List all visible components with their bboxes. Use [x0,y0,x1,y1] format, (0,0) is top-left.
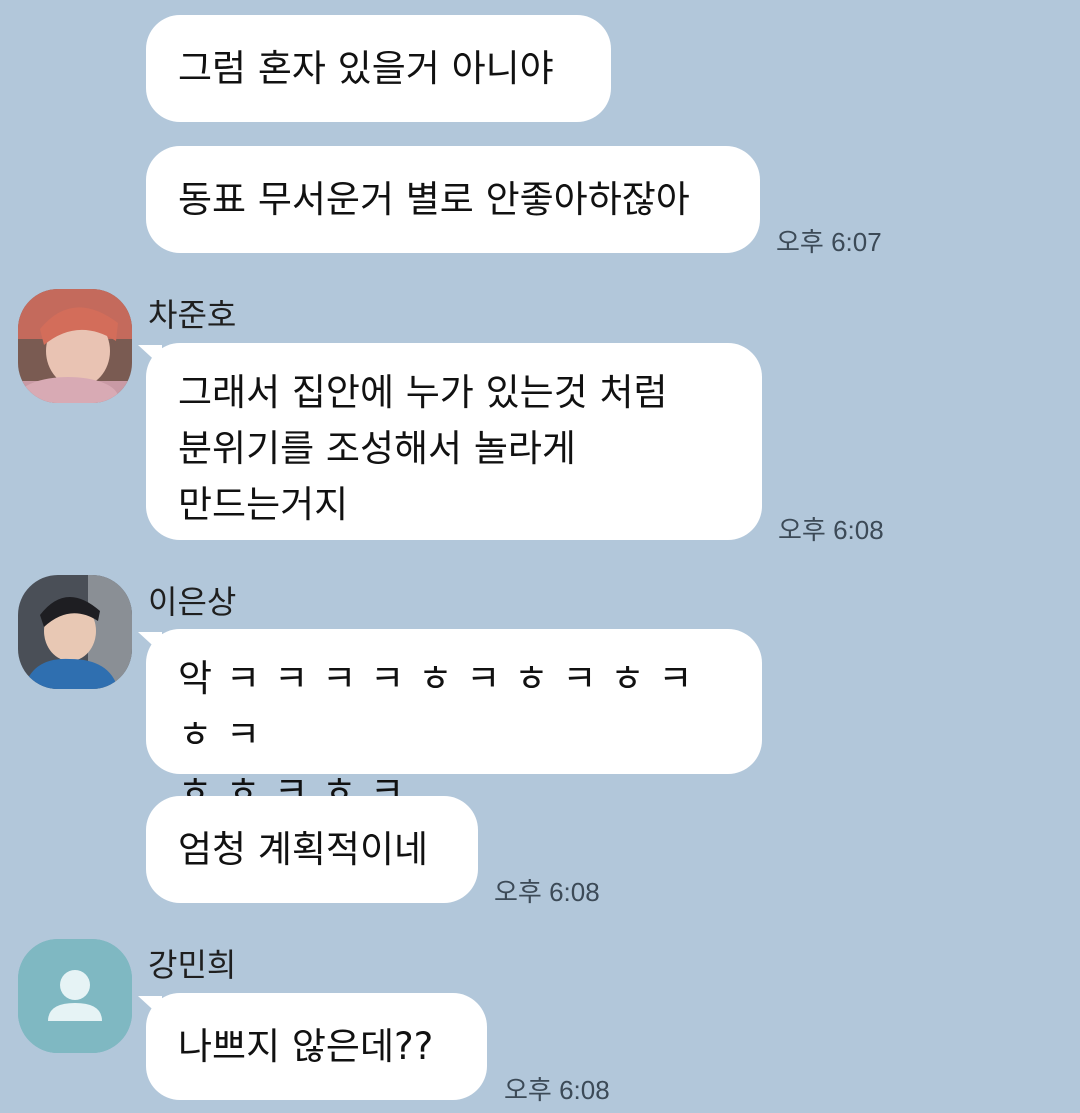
message-bubble[interactable]: 나쁘지 않은데?? [146,993,487,1100]
message-text: 동표 무서운거 별로 안좋아하잖아 [178,177,690,221]
message-timestamp: 오후 6:08 [494,877,600,907]
message-text: 그럼 혼자 있을거 아니야 [178,46,554,90]
message-timestamp: 오후 6:08 [504,1075,610,1105]
profile-avatar[interactable] [18,939,132,1053]
sender-name: 이은상 [148,583,237,621]
message-bubble[interactable]: 엄청 계획적이네 [146,796,478,903]
message-timestamp: 오후 6:08 [778,515,884,545]
message-timestamp: 오후 6:07 [776,227,882,257]
message-bubble[interactable]: 그래서 집안에 누가 있는것 처럼 분위기를 조성해서 놀라게 만드는거지 [146,343,762,540]
profile-photo-icon [18,575,132,689]
profile-avatar[interactable] [18,289,132,403]
profile-avatar[interactable] [18,575,132,689]
message-bubble[interactable]: 악ㅋㅋㅋㅋㅎㅋㅎㅋㅎㅋㅎㅋ ㅎㅎㅋㅎㅋ [146,629,762,812]
message-text: 엄청 계획적이네 [178,827,429,871]
message-bubble[interactable]: 그럼 혼자 있을거 아니야 [146,15,611,122]
message-bubble[interactable]: 동표 무서운거 별로 안좋아하잖아 [146,146,760,253]
profile-photo-icon [18,289,132,403]
message-text: 악ㅋㅋㅋㅋㅎㅋㅎㅋㅎㅋㅎㅋ ㅎㅎㅋㅎㅋ [178,657,707,812]
default-profile-icon [18,939,132,1053]
sender-name: 강민희 [148,946,237,984]
message-text: 나쁘지 않은데?? [178,1024,434,1068]
message-text: 그래서 집안에 누가 있는것 처럼 분위기를 조성해서 놀라게 만드는거지 [178,371,668,526]
sender-name: 차준호 [148,296,237,334]
